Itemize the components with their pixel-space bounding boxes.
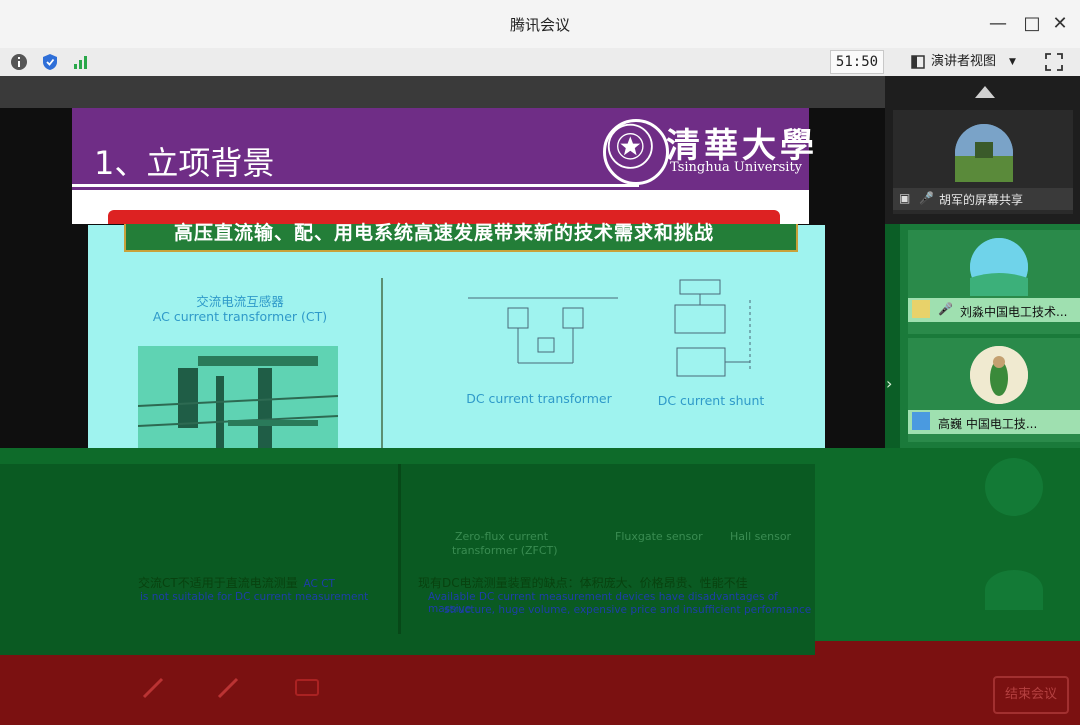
zfct-label-2: transformer (ZFCT) bbox=[452, 544, 558, 557]
note-right-cn: 现有DC电流测量装置的缺点：体积庞大、价格昂贵、性能不佳 bbox=[418, 576, 748, 590]
note-left-en: is not suitable for DC current measureme… bbox=[140, 591, 369, 603]
signal-strength-icon[interactable] bbox=[71, 52, 91, 72]
info-icon[interactable] bbox=[9, 52, 29, 72]
fluxgate-label: Fluxgate sensor bbox=[615, 530, 703, 543]
participant-label-bar: 高巍 中国电工技... bbox=[908, 410, 1080, 434]
dc-shunt-diagram bbox=[674, 279, 751, 377]
bottom-bar-edge bbox=[815, 641, 1080, 655]
layout-icon bbox=[911, 55, 925, 69]
close-button[interactable]: ✕ bbox=[1046, 10, 1074, 38]
ghost-avatar bbox=[985, 570, 1043, 610]
dc-ct-circuit-diagram bbox=[468, 297, 618, 364]
participant-tile-1[interactable]: ▣ 🎤 胡军的屏幕共享 bbox=[893, 110, 1073, 214]
stage-top-strip bbox=[0, 76, 885, 108]
maximize-button[interactable]: □ bbox=[1018, 10, 1046, 38]
microphone-icon: 🎤 bbox=[919, 191, 934, 205]
view-mode-dropdown[interactable]: 演讲者视图 ▼ bbox=[905, 50, 1025, 74]
slide-header-rule bbox=[72, 184, 639, 187]
microphone-icon: 🎤 bbox=[938, 302, 953, 316]
substation-photo bbox=[138, 346, 338, 464]
participant-label-bar: 🎤 刘淼中国电工技术... bbox=[908, 298, 1080, 322]
meeting-timer: 51:50 bbox=[830, 50, 884, 74]
ghost-avatar bbox=[985, 458, 1043, 516]
slide-divider-lower bbox=[398, 464, 401, 634]
tsinghua-seal-logo bbox=[603, 119, 669, 185]
slide-banner-text: 高压直流输、配、用电系统高速发展带来新的技术需求和挑战 bbox=[174, 222, 715, 244]
participant-name: 胡军的屏幕共享 bbox=[939, 193, 1024, 207]
ac-ct-cn-label: 交流电流互感器 bbox=[196, 294, 284, 309]
screen-icon[interactable] bbox=[294, 675, 320, 701]
pen-icon[interactable] bbox=[215, 675, 241, 701]
participant-name: 刘淼中国电工技术... bbox=[960, 305, 1068, 319]
slide-lower-distorted: Zero-flux current transformer (ZFCT) Flu… bbox=[0, 464, 815, 655]
participant-tile-3[interactable]: 高巍 中国电工技... bbox=[908, 338, 1080, 442]
avatar bbox=[955, 124, 1013, 182]
dc-ct-label: DC current transformer bbox=[466, 391, 612, 406]
ac-ct-en-label: AC current transformer (CT) bbox=[152, 309, 328, 324]
note-left-cn: 交流CT不适用于直流电流测量 AC CT bbox=[138, 574, 335, 591]
slide-banner: 高压直流输、配、用电系统高速发展带来新的技术需求和挑战 bbox=[124, 222, 798, 252]
slide-heading: 1、立项背景 bbox=[94, 144, 275, 182]
participant-label-bar: ▣ 🎤 胡军的屏幕共享 bbox=[893, 188, 1073, 210]
scroll-up-icon[interactable] bbox=[975, 86, 995, 98]
chevron-right-icon[interactable]: › bbox=[886, 374, 892, 393]
university-name-en: Tsinghua University bbox=[670, 160, 803, 175]
note-left-cn-text: 交流CT不适用于直流电流测量 bbox=[138, 576, 298, 590]
chevron-down-icon: ▼ bbox=[1009, 57, 1016, 67]
view-mode-label: 演讲者视图 bbox=[931, 54, 997, 69]
participant-tile-2[interactable]: 🎤 刘淼中国电工技术... bbox=[908, 230, 1080, 334]
hall-label: Hall sensor bbox=[730, 530, 792, 543]
screen-share-icon: ▣ bbox=[899, 191, 911, 205]
security-shield-icon[interactable] bbox=[40, 52, 60, 72]
dc-shunt-label: DC current shunt bbox=[657, 393, 765, 408]
slide-divider bbox=[381, 278, 383, 464]
fullscreen-icon[interactable] bbox=[1044, 52, 1064, 72]
user-avatar-icon bbox=[912, 300, 930, 318]
window-title: 腾讯会议 bbox=[509, 16, 570, 34]
user-avatar-icon bbox=[912, 412, 930, 430]
meeting-toolbar: 51:50 演讲者视图 ▼ bbox=[0, 48, 1080, 77]
zfct-label: Zero-flux current bbox=[455, 530, 549, 543]
end-meeting-button[interactable]: 结束会议 bbox=[993, 676, 1069, 714]
participant-panel-distorted: 🎤 刘淼中国电工技术... 高巍 中国电工技... bbox=[900, 224, 1080, 448]
note-right-en-b: structure, huge volume, expensive price … bbox=[444, 604, 812, 616]
avatar bbox=[970, 238, 1028, 296]
title-bar: 腾讯会议 — □ ✕ bbox=[0, 0, 1080, 48]
note-left-en-a: AC CT bbox=[303, 578, 335, 590]
participant-name: 高巍 中国电工技... bbox=[938, 417, 1038, 431]
avatar bbox=[970, 346, 1028, 404]
annotate-icon[interactable] bbox=[140, 675, 166, 701]
side-divider-strip bbox=[885, 224, 900, 448]
participant-panel-top: ▣ 🎤 胡军的屏幕共享 bbox=[885, 76, 1080, 226]
minimize-button[interactable]: — bbox=[984, 10, 1012, 38]
